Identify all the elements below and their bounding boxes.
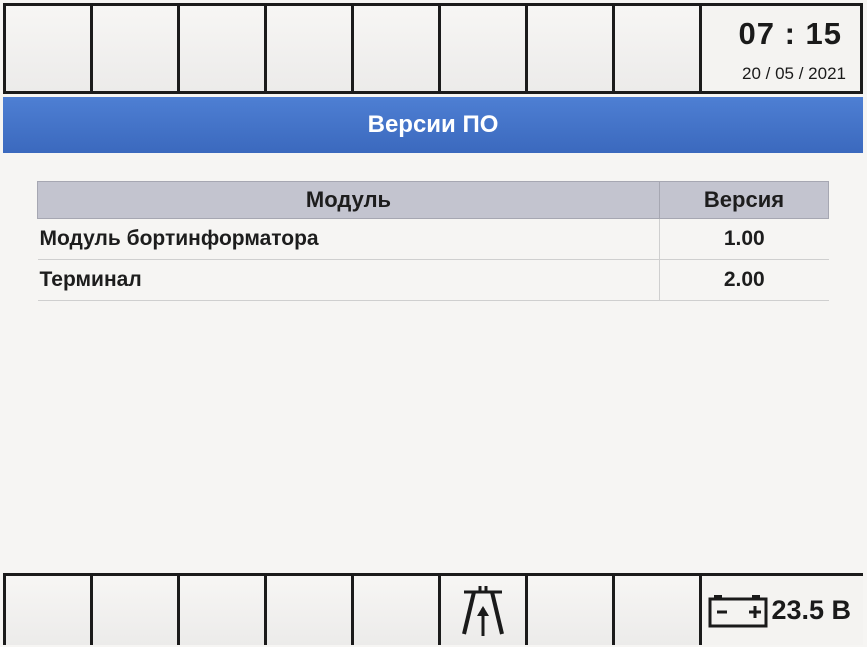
page-title: Версии ПО [367, 111, 499, 138]
column-header-version: Версия [659, 181, 829, 219]
bottom-softkey-2[interactable] [93, 576, 180, 645]
clock-panel: 07 : 15 20 / 05 / 2021 [702, 6, 863, 91]
road-icon [462, 585, 504, 636]
bottom-softkey-5[interactable] [354, 576, 441, 645]
module-version: 2.00 [659, 259, 829, 301]
clock-date: 20 / 05 / 2021 [742, 64, 846, 83]
battery-icon [708, 594, 768, 628]
top-softkey-1[interactable] [3, 6, 93, 91]
table-row: Терминал 2.00 [37, 259, 829, 301]
module-name: Модуль бортинформатора [37, 218, 660, 260]
title-bar: Версии ПО [3, 97, 863, 153]
bottom-softkey-3[interactable] [180, 576, 267, 645]
bottom-softkey-8[interactable] [615, 576, 702, 645]
top-softkey-2[interactable] [93, 6, 180, 91]
top-softkey-bar: 07 : 15 20 / 05 / 2021 [3, 3, 863, 94]
bottom-softkey-7[interactable] [528, 576, 615, 645]
bottom-softkey-4[interactable] [267, 576, 354, 645]
top-softkey-5[interactable] [354, 6, 441, 91]
versions-table-container: Модуль Версия Модуль бортинформатора 1.0… [37, 181, 829, 301]
module-name: Терминал [37, 259, 660, 301]
top-softkey-6[interactable] [441, 6, 528, 91]
top-softkey-4[interactable] [267, 6, 354, 91]
table-header-row: Модуль Версия [37, 181, 829, 219]
top-softkey-3[interactable] [180, 6, 267, 91]
bottom-softkey-road[interactable] [441, 576, 528, 645]
bottom-softkey-1[interactable] [3, 576, 93, 645]
column-header-module: Модуль [37, 181, 660, 219]
module-version: 1.00 [659, 218, 829, 260]
table-row: Модуль бортинформатора 1.00 [37, 218, 829, 260]
battery-panel: 23.5 В [702, 576, 863, 645]
top-softkey-7[interactable] [528, 6, 615, 91]
battery-voltage: 23.5 В [771, 595, 851, 625]
device-screen: 07 : 15 20 / 05 / 2021 Версии ПО Модуль … [0, 0, 867, 647]
top-softkey-8[interactable] [615, 6, 702, 91]
clock-time: 07 : 15 [738, 16, 842, 51]
versions-table: Модуль Версия Модуль бортинформатора 1.0… [37, 181, 829, 301]
bottom-softkey-bar: 23.5 В [3, 573, 863, 645]
